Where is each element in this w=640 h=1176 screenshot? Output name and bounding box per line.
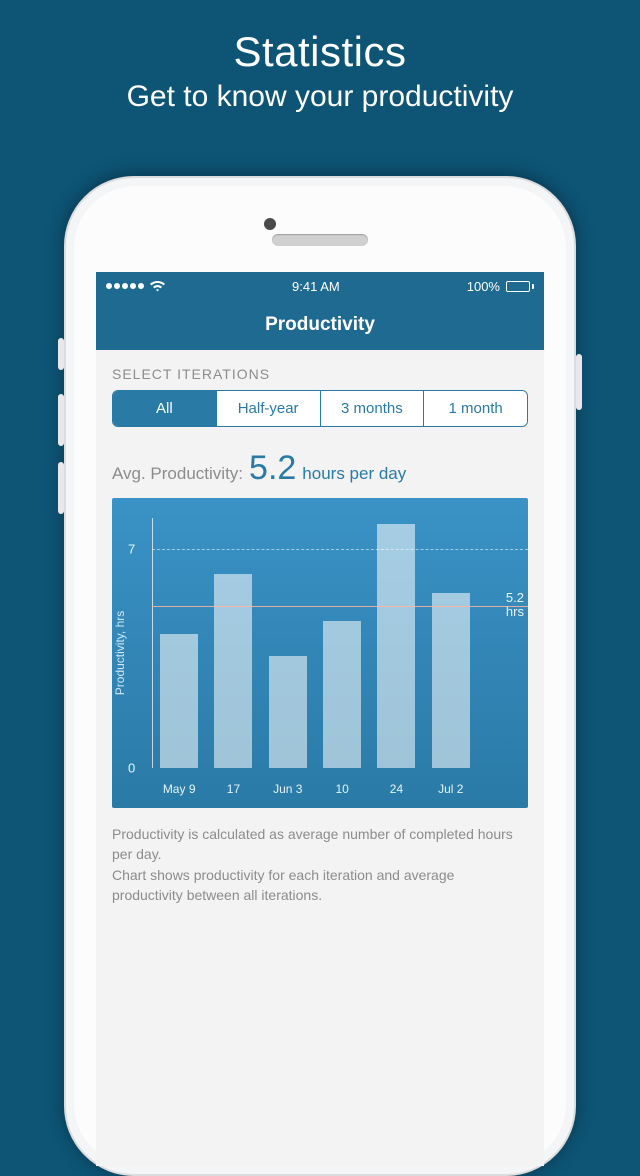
chart-bar — [432, 593, 470, 768]
chart-x-label: Jul 2 — [432, 782, 470, 796]
chart-bar — [269, 656, 307, 769]
segment-three-months[interactable]: 3 months — [321, 391, 425, 426]
chart-x-label: Jun 3 — [269, 782, 307, 796]
iterations-segmented-control: All Half-year 3 months 1 month — [112, 390, 528, 427]
power-button — [576, 354, 582, 410]
volume-up-button — [58, 394, 64, 446]
marketing-subtitle: Get to know your productivity — [0, 80, 640, 114]
battery-percent: 100% — [467, 279, 500, 294]
chart-x-label: 17 — [214, 782, 252, 796]
phone-screen: 9:41 AM 100% Productivity SELECT ITERATI… — [96, 272, 544, 1166]
chart-tick: 7 — [128, 542, 135, 557]
chart-tick: 0 — [128, 761, 135, 776]
chart-avg-label: 5.2hrs — [506, 591, 524, 621]
navbar: Productivity — [96, 300, 544, 350]
chart-bar — [214, 574, 252, 768]
footer-explanation: Productivity is calculated as average nu… — [112, 824, 528, 905]
chart-bar — [323, 621, 361, 768]
iterations-section-label: SELECT ITERATIONS — [112, 366, 528, 382]
footer-line-1: Productivity is calculated as average nu… — [112, 824, 528, 865]
mute-switch — [58, 338, 64, 370]
chart-bar — [377, 524, 415, 768]
chart-bar — [160, 634, 198, 768]
avg-productivity-line: Avg. Productivity: 5.2 hours per day — [112, 449, 528, 488]
chart-bars — [152, 518, 478, 768]
avg-label: Avg. Productivity: — [112, 464, 243, 484]
chart-y-axis-label: Productivity, hrs — [113, 611, 127, 695]
chart-x-label: 24 — [377, 782, 415, 796]
front-camera — [264, 218, 276, 230]
segment-all[interactable]: All — [113, 391, 217, 426]
phone-frame: 9:41 AM 100% Productivity SELECT ITERATI… — [64, 176, 576, 1176]
avg-unit: hours per day — [302, 464, 406, 484]
chart-x-label: 10 — [323, 782, 361, 796]
chart-x-labels: May 9 17 Jun 3 10 24 Jul 2 — [152, 782, 478, 796]
status-time: 9:41 AM — [292, 279, 340, 294]
segment-half-year[interactable]: Half-year — [217, 391, 321, 426]
signal-strength-icon — [106, 283, 144, 289]
volume-down-button — [58, 462, 64, 514]
battery-icon — [506, 281, 534, 292]
status-bar: 9:41 AM 100% — [96, 272, 544, 300]
wifi-icon — [150, 281, 165, 292]
chart-gridline — [152, 549, 528, 550]
productivity-chart: Productivity, hrs 7 0 5.2hrs May 9 17 Jun 3 1… — [112, 498, 528, 808]
page-title: Productivity — [265, 314, 375, 336]
marketing-header: Statistics Get to know your productivity — [0, 0, 640, 114]
phone-speaker — [272, 234, 368, 246]
avg-value: 5.2 — [249, 449, 296, 488]
segment-one-month[interactable]: 1 month — [424, 391, 527, 426]
footer-line-2: Chart shows productivity for each iterat… — [112, 865, 528, 906]
marketing-title: Statistics — [0, 28, 640, 76]
chart-x-label: May 9 — [160, 782, 198, 796]
chart-avg-line — [152, 606, 528, 607]
